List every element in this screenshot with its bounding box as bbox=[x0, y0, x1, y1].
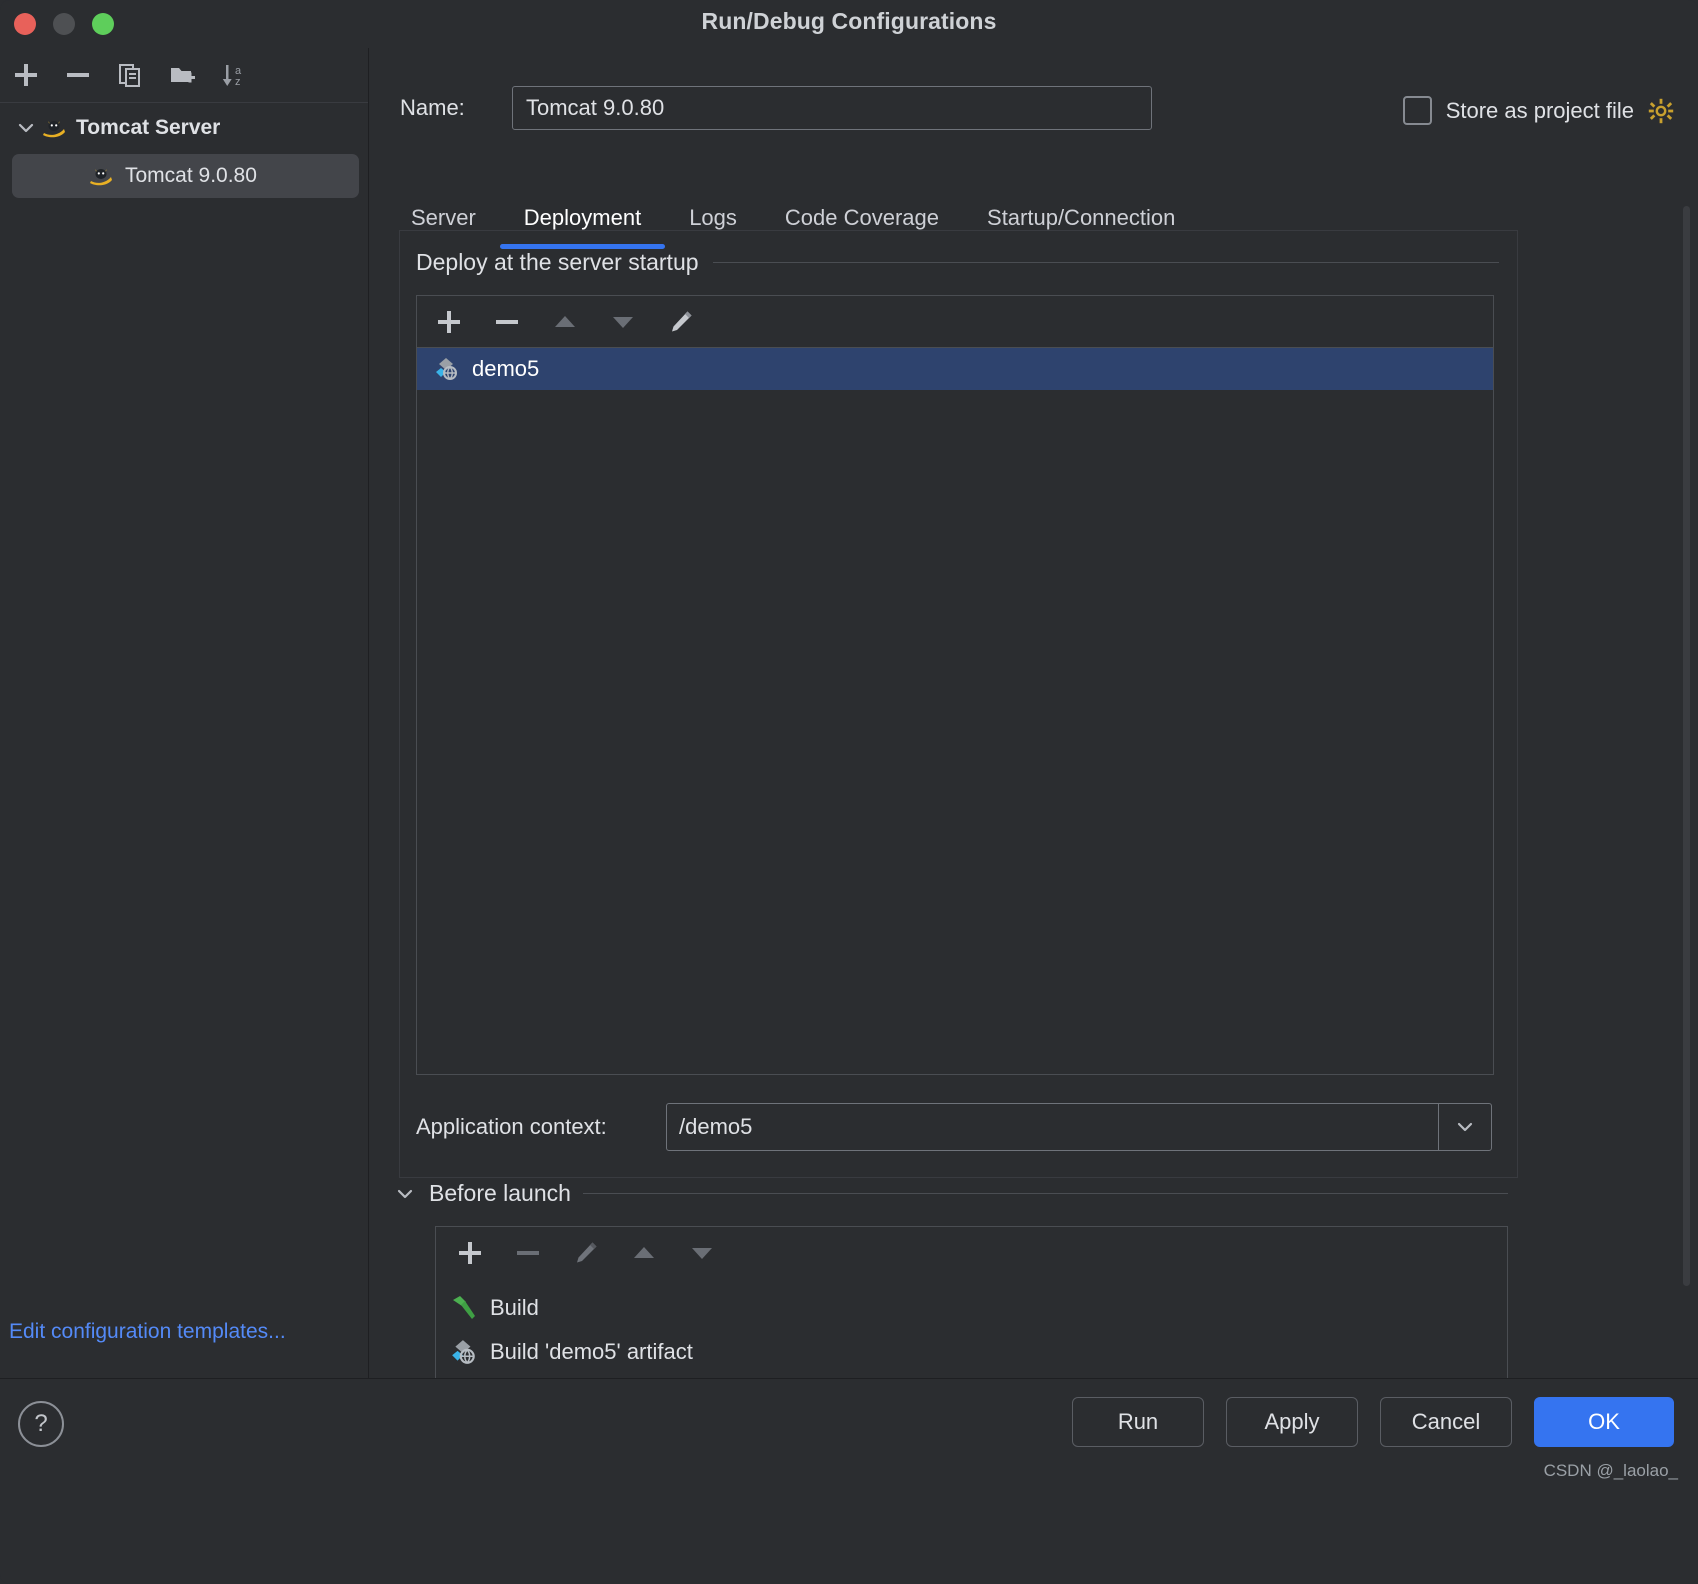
deploy-section-header: Deploy at the server startup bbox=[416, 249, 1499, 276]
ok-button[interactable]: OK bbox=[1534, 1397, 1674, 1447]
tree-group-tomcat-server[interactable]: Tomcat Server bbox=[0, 106, 369, 150]
list-item[interactable]: Build bbox=[436, 1286, 1507, 1330]
dialog-footer: ? Run Apply Cancel OK CSDN @_laolao_ bbox=[0, 1378, 1698, 1584]
configurations-tree: Tomcat Server Tomcat 9.0.80 bbox=[0, 106, 369, 198]
chevron-down-icon[interactable] bbox=[1438, 1104, 1491, 1150]
remove-artifact-button[interactable] bbox=[489, 304, 525, 340]
tree-group-label: Tomcat Server bbox=[76, 116, 221, 139]
deployment-artifacts-list[interactable]: demo5 bbox=[416, 347, 1494, 1075]
deployment-panel: Deploy at the server startup demo5 Appli… bbox=[399, 230, 1518, 1178]
before-launch-title: Before launch bbox=[429, 1180, 571, 1206]
vertical-scrollbar[interactable] bbox=[1683, 206, 1690, 1286]
edit-configuration-templates-link[interactable]: Edit configuration templates... bbox=[9, 1320, 286, 1344]
minus-icon bbox=[517, 1250, 539, 1255]
gear-icon[interactable] bbox=[1648, 98, 1674, 124]
pencil-icon bbox=[672, 311, 692, 331]
list-item-label: Build bbox=[490, 1295, 539, 1320]
artifact-icon bbox=[436, 358, 457, 380]
help-button[interactable]: ? bbox=[18, 1401, 64, 1447]
add-artifact-button[interactable] bbox=[431, 304, 467, 340]
before-launch-task-list[interactable]: Build Build 'demo5' artifact bbox=[435, 1278, 1508, 1378]
apply-button[interactable]: Apply bbox=[1226, 1397, 1358, 1447]
chevron-down-icon[interactable] bbox=[12, 114, 40, 142]
store-as-project-file-checkbox[interactable] bbox=[1402, 96, 1432, 125]
plus-icon bbox=[438, 310, 460, 333]
copy-configuration-button[interactable] bbox=[110, 55, 150, 95]
svg-text:z: z bbox=[235, 76, 241, 88]
application-context-combobox[interactable] bbox=[666, 1103, 1492, 1151]
list-item[interactable]: Build 'demo5' artifact bbox=[436, 1330, 1507, 1374]
move-artifact-up-button[interactable] bbox=[547, 304, 583, 340]
application-context-input[interactable] bbox=[667, 1104, 1438, 1150]
before-launch-header[interactable]: Before launch bbox=[393, 1180, 1508, 1207]
plus-icon bbox=[15, 64, 37, 86]
list-item-label: Build 'demo5' artifact bbox=[490, 1339, 693, 1364]
hammer-icon bbox=[453, 1296, 475, 1319]
remove-task-button[interactable] bbox=[510, 1235, 546, 1271]
list-item-label: demo5 bbox=[472, 356, 540, 381]
edit-artifact-button[interactable] bbox=[663, 304, 699, 340]
dialog-title: Run/Debug Configurations bbox=[701, 8, 997, 34]
artifact-icon bbox=[452, 1340, 475, 1364]
run-debug-configurations-dialog: Run/Debug Configurations a z Tomcat Serv… bbox=[0, 0, 1698, 1584]
application-context-row: Application context: bbox=[416, 1103, 1492, 1151]
arrow-down-icon bbox=[613, 316, 633, 328]
name-row: Name: bbox=[400, 86, 1152, 130]
sort-az-icon: a z bbox=[222, 65, 242, 88]
before-launch-toolbar bbox=[435, 1226, 1508, 1278]
arrow-up-icon bbox=[634, 1246, 654, 1258]
sidebar-item-tomcat-9-0-80[interactable]: Tomcat 9.0.80 bbox=[12, 154, 359, 198]
application-context-label: Application context: bbox=[416, 1114, 607, 1139]
tomcat-icon bbox=[43, 121, 65, 138]
minus-icon bbox=[496, 319, 518, 324]
pencil-icon bbox=[577, 1242, 597, 1262]
run-button[interactable]: Run bbox=[1072, 1397, 1204, 1447]
configuration-editor: Name: Store as project file bbox=[369, 48, 1698, 1378]
section-divider bbox=[582, 1193, 1508, 1194]
chevron-down-icon[interactable] bbox=[393, 1182, 417, 1206]
name-input[interactable] bbox=[512, 86, 1152, 130]
watermark: CSDN @_laolao_ bbox=[1543, 1461, 1678, 1480]
sidebar-item-label: Tomcat 9.0.80 bbox=[125, 164, 257, 187]
name-label: Name: bbox=[400, 95, 465, 120]
deploy-section-title: Deploy at the server startup bbox=[416, 249, 699, 275]
list-item[interactable]: demo5 bbox=[417, 348, 1493, 390]
edit-task-button[interactable] bbox=[568, 1235, 604, 1271]
move-task-up-button[interactable] bbox=[626, 1235, 662, 1271]
sort-configurations-button[interactable]: a z bbox=[214, 55, 254, 95]
move-task-down-button[interactable] bbox=[684, 1235, 720, 1271]
new-folder-button[interactable] bbox=[162, 55, 202, 95]
store-as-project-file-row: Store as project file bbox=[1402, 96, 1674, 125]
add-configuration-button[interactable] bbox=[6, 55, 46, 95]
title-bar: Run/Debug Configurations bbox=[0, 0, 1698, 48]
help-button-label: ? bbox=[34, 1410, 48, 1437]
tomcat-icon bbox=[90, 169, 112, 186]
move-artifact-down-button[interactable] bbox=[605, 304, 641, 340]
arrow-down-icon bbox=[692, 1247, 712, 1259]
folder-plus-icon bbox=[171, 68, 195, 83]
footer-buttons: Run Apply Cancel OK bbox=[1072, 1397, 1674, 1447]
remove-configuration-button[interactable] bbox=[58, 55, 98, 95]
plus-icon bbox=[459, 1241, 481, 1264]
cancel-button[interactable]: Cancel bbox=[1380, 1397, 1512, 1447]
arrow-up-icon bbox=[555, 315, 575, 327]
configurations-sidebar: a z Tomcat Server Tomcat 9.0.80 Edit con… bbox=[0, 48, 369, 1378]
deployment-list-toolbar bbox=[416, 295, 1494, 347]
minus-icon bbox=[67, 73, 89, 77]
section-divider bbox=[712, 262, 1499, 263]
store-as-project-file-label: Store as project file bbox=[1445, 97, 1634, 123]
add-task-button[interactable] bbox=[452, 1235, 488, 1271]
copy-icon bbox=[119, 64, 140, 87]
sidebar-toolbar: a z bbox=[0, 48, 368, 103]
